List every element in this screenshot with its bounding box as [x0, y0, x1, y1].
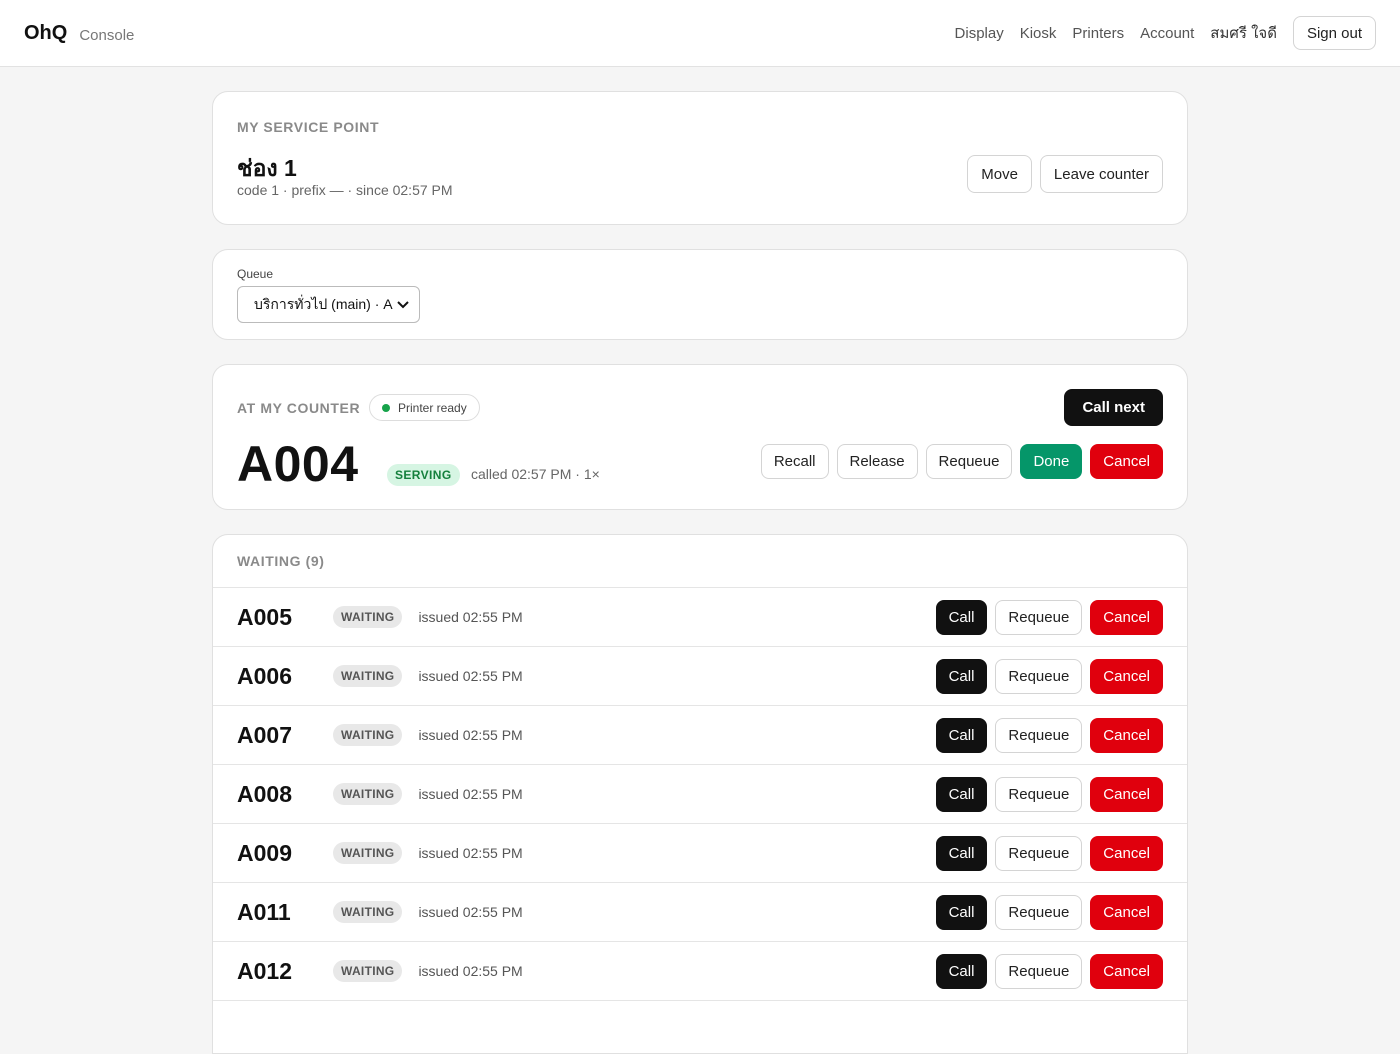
waiting-status-badge: WAITING [333, 606, 403, 628]
queue-card: Queue บริการทั่วไป (main) · A [212, 249, 1188, 340]
cancel-button[interactable]: Cancel [1090, 658, 1163, 694]
release-button[interactable]: Release [836, 444, 918, 479]
call-button[interactable]: Call [935, 599, 988, 635]
requeue-button[interactable]: Requeue [995, 835, 1083, 871]
called-meta: called 02:57 PM · 1× [471, 466, 600, 482]
counter-heading: AT MY COUNTER [237, 400, 361, 416]
issued-time: issued 02:55 PM [418, 845, 523, 861]
cancel-button[interactable]: Cancel [1090, 776, 1163, 812]
row-actions: Call Requeue Cancel [935, 953, 1163, 989]
waiting-row: A009 WAITING issued 02:55 PM Call Requeu… [213, 824, 1187, 883]
main-nav: Display Kiosk Printers Account สมศรี ใจด… [939, 16, 1376, 50]
requeue-button[interactable]: Requeue [995, 776, 1083, 812]
row-actions: Call Requeue Cancel [935, 894, 1163, 930]
row-actions: Call Requeue Cancel [935, 717, 1163, 753]
issued-time: issued 02:55 PM [418, 786, 523, 802]
row-actions: Call Requeue Cancel [935, 599, 1163, 635]
queue-label: Queue [237, 267, 274, 281]
counter-card: AT MY COUNTER Printer ready Call next A0… [212, 364, 1188, 510]
waiting-status-badge: WAITING [333, 724, 403, 746]
requeue-button[interactable]: Requeue [925, 444, 1013, 479]
requeue-button[interactable]: Requeue [995, 658, 1083, 694]
sign-out-button[interactable]: Sign out [1292, 16, 1376, 50]
cancel-button[interactable]: Cancel [1090, 444, 1163, 479]
cancel-button[interactable]: Cancel [1090, 835, 1163, 871]
top-bar: OhQ Console Display Kiosk Printers Accou… [0, 0, 1400, 67]
requeue-button[interactable]: Requeue [995, 599, 1083, 635]
ticket-number: A007 [237, 721, 292, 748]
counter-actions: Recall Release Requeue Done Cancel [760, 444, 1163, 479]
ticket-number: A006 [237, 662, 292, 689]
waiting-row: A008 WAITING issued 02:55 PM Call Requeu… [213, 765, 1187, 824]
nav-printers[interactable]: Printers [1072, 25, 1124, 42]
ticket-number: A012 [237, 957, 292, 984]
waiting-status-badge: WAITING [333, 901, 403, 923]
waiting-row: A012 WAITING issued 02:55 PM Call Requeu… [213, 942, 1187, 1001]
requeue-button[interactable]: Requeue [995, 894, 1083, 930]
service-point-card: MY SERVICE POINT ช่อง 1 code 1 · prefix … [212, 91, 1188, 225]
brand-subtitle: Console [79, 26, 135, 44]
call-button[interactable]: Call [935, 894, 988, 930]
waiting-status-badge: WAITING [333, 665, 403, 687]
printer-status-text: Printer ready [398, 400, 467, 415]
row-actions: Call Requeue Cancel [935, 835, 1163, 871]
waiting-row: A005 WAITING issued 02:55 PM Call Requeu… [213, 588, 1187, 647]
ticket-number: A009 [237, 839, 292, 866]
row-actions: Call Requeue Cancel [935, 776, 1163, 812]
ticket-number: A005 [237, 603, 292, 630]
chevron-down-icon [397, 298, 409, 312]
cancel-button[interactable]: Cancel [1090, 953, 1163, 989]
requeue-button[interactable]: Requeue [995, 953, 1083, 989]
service-point-heading: MY SERVICE POINT [237, 119, 380, 135]
requeue-button[interactable]: Requeue [995, 717, 1083, 753]
call-button[interactable]: Call [935, 717, 988, 753]
queue-select[interactable]: บริการทั่วไป (main) · A [237, 286, 420, 323]
queue-selected-value: บริการทั่วไป (main) · A [254, 295, 393, 312]
ticket-number: A008 [237, 780, 292, 807]
issued-time: issued 02:55 PM [418, 609, 523, 625]
user-name: สมศรี ใจดี [1210, 25, 1277, 42]
cancel-button[interactable]: Cancel [1090, 599, 1163, 635]
serving-status-badge: SERVING [387, 464, 460, 486]
leave-counter-button[interactable]: Leave counter [1039, 155, 1163, 193]
done-button[interactable]: Done [1020, 444, 1083, 479]
nav-account[interactable]: Account [1140, 25, 1194, 42]
waiting-heading: WAITING (9) [237, 553, 325, 569]
status-dot-icon [382, 403, 390, 412]
service-point-meta: code 1 · prefix — · since 02:57 PM [237, 182, 453, 198]
waiting-list: A005 WAITING issued 02:55 PM Call Requeu… [213, 588, 1187, 1001]
nav-display[interactable]: Display [955, 25, 1004, 42]
waiting-status-badge: WAITING [333, 783, 403, 805]
move-button[interactable]: Move [967, 155, 1032, 193]
waiting-card: WAITING (9) A005 WAITING issued 02:55 PM… [212, 534, 1188, 1054]
call-button[interactable]: Call [935, 953, 988, 989]
cancel-button[interactable]: Cancel [1090, 717, 1163, 753]
waiting-row: A007 WAITING issued 02:55 PM Call Requeu… [213, 706, 1187, 765]
call-button[interactable]: Call [935, 835, 988, 871]
waiting-row: A006 WAITING issued 02:55 PM Call Requeu… [213, 647, 1187, 706]
waiting-status-badge: WAITING [333, 842, 403, 864]
call-button[interactable]: Call [935, 776, 988, 812]
nav-kiosk[interactable]: Kiosk [1020, 25, 1057, 42]
recall-button[interactable]: Recall [760, 444, 829, 479]
printer-status-badge: Printer ready [369, 394, 480, 421]
current-ticket-number: A004 [237, 436, 359, 492]
call-button[interactable]: Call [935, 658, 988, 694]
waiting-row: A011 WAITING issued 02:55 PM Call Requeu… [213, 883, 1187, 942]
row-actions: Call Requeue Cancel [935, 658, 1163, 694]
issued-time: issued 02:55 PM [418, 904, 523, 920]
issued-time: issued 02:55 PM [418, 727, 523, 743]
waiting-status-badge: WAITING [333, 960, 403, 982]
cancel-button[interactable]: Cancel [1090, 894, 1163, 930]
issued-time: issued 02:55 PM [418, 668, 523, 684]
service-point-actions: Move Leave counter [967, 155, 1163, 193]
call-next-button[interactable]: Call next [1064, 389, 1163, 426]
waiting-header: WAITING (9) [213, 535, 1187, 588]
ticket-number: A011 [237, 898, 291, 925]
issued-time: issued 02:55 PM [418, 963, 523, 979]
brand-logo[interactable]: OhQ [24, 22, 67, 45]
